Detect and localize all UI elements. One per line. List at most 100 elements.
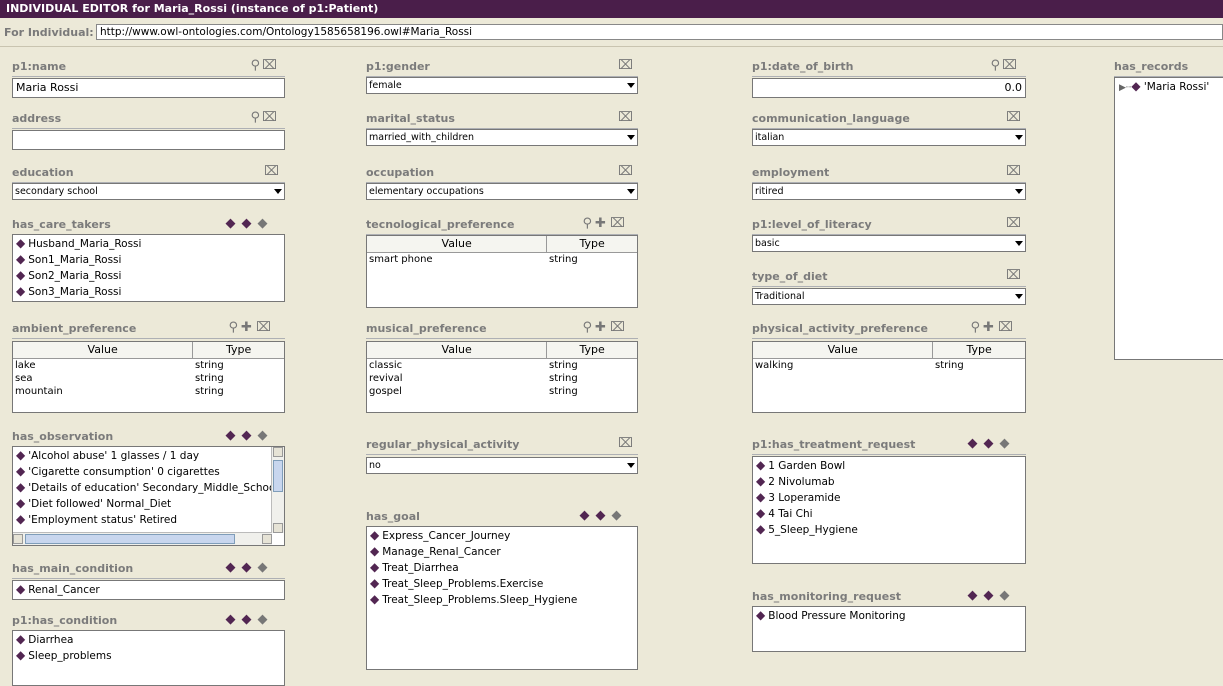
- add-instance-icon[interactable]: ◆: [240, 428, 256, 443]
- column-header-type[interactable]: Type: [547, 236, 637, 252]
- list-item[interactable]: ◆ 'Alcohol abuse' 1 glasses / 1 day: [13, 447, 284, 463]
- p1-name-field[interactable]: Maria Rossi: [12, 78, 285, 98]
- delete-x-icon[interactable]: ⌧: [256, 320, 272, 335]
- list-item[interactable]: ◆ 1 Garden Bowl: [753, 457, 1025, 473]
- plus-icon[interactable]: ✚: [982, 320, 998, 335]
- scroll-right-arrow[interactable]: [262, 534, 272, 544]
- dropdown-arrow-icon[interactable]: [1015, 241, 1023, 246]
- list-item[interactable]: ◆ Express_Cancer_Journey: [367, 527, 637, 543]
- p1-gender-select[interactable]: female: [366, 77, 638, 94]
- p1-has-condition-list[interactable]: ◆ Diarrhea ◆ Sleep_problems: [12, 630, 285, 686]
- add-instance-icon[interactable]: ◆: [982, 436, 998, 451]
- list-item[interactable]: ◆ Manage_Renal_Cancer: [367, 543, 637, 559]
- remove-instance-icon[interactable]: ◆: [256, 612, 272, 627]
- add-instance-icon[interactable]: ◆: [240, 560, 256, 575]
- plus-icon[interactable]: ✚: [240, 320, 256, 335]
- list-item[interactable]: ◆ Son3_Maria_Rossi: [13, 283, 284, 299]
- create-instance-icon[interactable]: ◆: [224, 560, 240, 575]
- list-item[interactable]: ◆ Husband_Maria_Rossi: [13, 235, 284, 251]
- list-item[interactable]: ◆ Treat_Diarrhea: [367, 559, 637, 575]
- delete-x-icon[interactable]: ⌧: [262, 110, 278, 125]
- table-row[interactable]: sea string: [13, 372, 284, 385]
- dropdown-arrow-icon[interactable]: [1015, 189, 1023, 194]
- remove-instance-icon[interactable]: ◆: [998, 588, 1014, 603]
- regular-physical-activity-select[interactable]: no: [366, 457, 638, 474]
- column-header-value[interactable]: Value: [367, 236, 548, 252]
- dropdown-arrow-icon[interactable]: [274, 189, 282, 194]
- add-instance-icon[interactable]: ◆: [240, 216, 256, 231]
- column-header-value[interactable]: Value: [367, 342, 548, 358]
- dropdown-arrow-icon[interactable]: [627, 83, 635, 88]
- magnifier-icon[interactable]: ⚲: [224, 320, 240, 335]
- dropdown-arrow-icon[interactable]: [1015, 135, 1023, 140]
- table-row[interactable]: gospel string: [367, 385, 637, 398]
- for-individual-field[interactable]: http://www.owl-ontologies.com/Ontology15…: [96, 24, 1223, 40]
- vertical-scrollbar[interactable]: [271, 447, 284, 533]
- delete-x-icon[interactable]: ⌧: [998, 320, 1014, 335]
- has-main-condition-list[interactable]: ◆ Renal_Cancer: [12, 580, 285, 600]
- list-item[interactable]: ◆ Treat_Sleep_Problems.Sleep_Hygiene: [367, 591, 637, 607]
- has-observation-list[interactable]: ◆ 'Alcohol abuse' 1 glasses / 1 day ◆ 'Cig…: [12, 446, 285, 546]
- table-row[interactable]: revival string: [367, 372, 637, 385]
- column-header-value[interactable]: Value: [753, 342, 934, 358]
- list-item[interactable]: ◆ Son1_Maria_Rossi: [13, 251, 284, 267]
- table-row[interactable]: walking string: [753, 359, 1025, 372]
- education-select[interactable]: secondary school: [12, 183, 285, 200]
- has-records-tree[interactable]: ▶┈◆ 'Maria Rossi': [1114, 77, 1223, 360]
- scroll-thumb[interactable]: [273, 460, 283, 492]
- list-item[interactable]: ◆ Sleep_problems: [13, 647, 284, 663]
- delete-x-icon[interactable]: ⌧: [618, 436, 634, 451]
- table-row[interactable]: lake string: [13, 359, 284, 372]
- plus-icon[interactable]: ✚: [594, 320, 610, 335]
- scroll-thumb[interactable]: [25, 534, 235, 544]
- tecnological-preference-table[interactable]: Value Type smart phone string: [366, 235, 638, 308]
- add-instance-icon[interactable]: ◆: [594, 508, 610, 523]
- create-instance-icon[interactable]: ◆: [224, 428, 240, 443]
- column-header-type[interactable]: Type: [933, 342, 1025, 358]
- delete-x-icon[interactable]: ⌧: [1006, 216, 1022, 231]
- tree-expand-icon[interactable]: ▶┈: [1119, 83, 1131, 93]
- add-instance-icon[interactable]: ◆: [982, 588, 998, 603]
- tree-node[interactable]: ▶┈◆ 'Maria Rossi': [1115, 78, 1223, 94]
- has-care-takers-list[interactable]: ◆ Husband_Maria_Rossi ◆ Son1_Maria_Rossi ◆…: [12, 234, 285, 302]
- delete-x-icon[interactable]: ⌧: [1002, 58, 1018, 73]
- column-header-type[interactable]: Type: [193, 342, 284, 358]
- p1-date-of-birth-field[interactable]: 0.0: [752, 78, 1026, 98]
- has-goal-list[interactable]: ◆ Express_Cancer_Journey ◆ Manage_Renal_Ca…: [366, 526, 638, 670]
- dropdown-arrow-icon[interactable]: [627, 135, 635, 140]
- magnifier-icon[interactable]: ⚲: [246, 58, 262, 73]
- employment-select[interactable]: ritired: [752, 183, 1026, 200]
- delete-x-icon[interactable]: ⌧: [1006, 164, 1022, 179]
- delete-x-icon[interactable]: ⌧: [262, 58, 278, 73]
- physical-activity-preference-table[interactable]: Value Type walking string: [752, 341, 1026, 413]
- create-instance-icon[interactable]: ◆: [966, 436, 982, 451]
- has-monitoring-request-list[interactable]: ◆ Blood Pressure Monitoring: [752, 606, 1026, 652]
- magnifier-icon[interactable]: ⚲: [578, 216, 594, 231]
- occupation-select[interactable]: elementary occupations: [366, 183, 638, 200]
- column-header-value[interactable]: Value: [13, 342, 194, 358]
- column-header-type[interactable]: Type: [547, 342, 637, 358]
- delete-x-icon[interactable]: ⌧: [610, 216, 626, 231]
- list-item[interactable]: ◆ Blood Pressure Monitoring: [753, 607, 1025, 623]
- type-of-diet-select[interactable]: Traditional: [752, 288, 1026, 305]
- delete-x-icon[interactable]: ⌧: [618, 58, 634, 73]
- p1-level-of-literacy-select[interactable]: basic: [752, 235, 1026, 252]
- table-row[interactable]: smart phone string: [367, 253, 637, 266]
- list-item[interactable]: ◆ 2 Nivolumab: [753, 473, 1025, 489]
- communication-language-select[interactable]: italian: [752, 129, 1026, 146]
- delete-x-icon[interactable]: ⌧: [610, 320, 626, 335]
- delete-x-icon[interactable]: ⌧: [618, 110, 634, 125]
- scroll-left-arrow[interactable]: [13, 534, 23, 544]
- magnifier-icon[interactable]: ⚲: [578, 320, 594, 335]
- list-item[interactable]: ◆ Renal_Cancer: [13, 581, 284, 597]
- table-row[interactable]: mountain string: [13, 385, 284, 398]
- create-instance-icon[interactable]: ◆: [224, 216, 240, 231]
- list-item[interactable]: ◆ 5_Sleep_Hygiene: [753, 521, 1025, 537]
- delete-x-icon[interactable]: ⌧: [264, 164, 280, 179]
- scroll-down-arrow[interactable]: [273, 523, 283, 533]
- musical-preference-table[interactable]: Value Type classic string revival string g…: [366, 341, 638, 413]
- plus-icon[interactable]: ✚: [594, 216, 610, 231]
- list-item[interactable]: ◆ Son2_Maria_Rossi: [13, 267, 284, 283]
- create-instance-icon[interactable]: ◆: [224, 612, 240, 627]
- dropdown-arrow-icon[interactable]: [1015, 294, 1023, 299]
